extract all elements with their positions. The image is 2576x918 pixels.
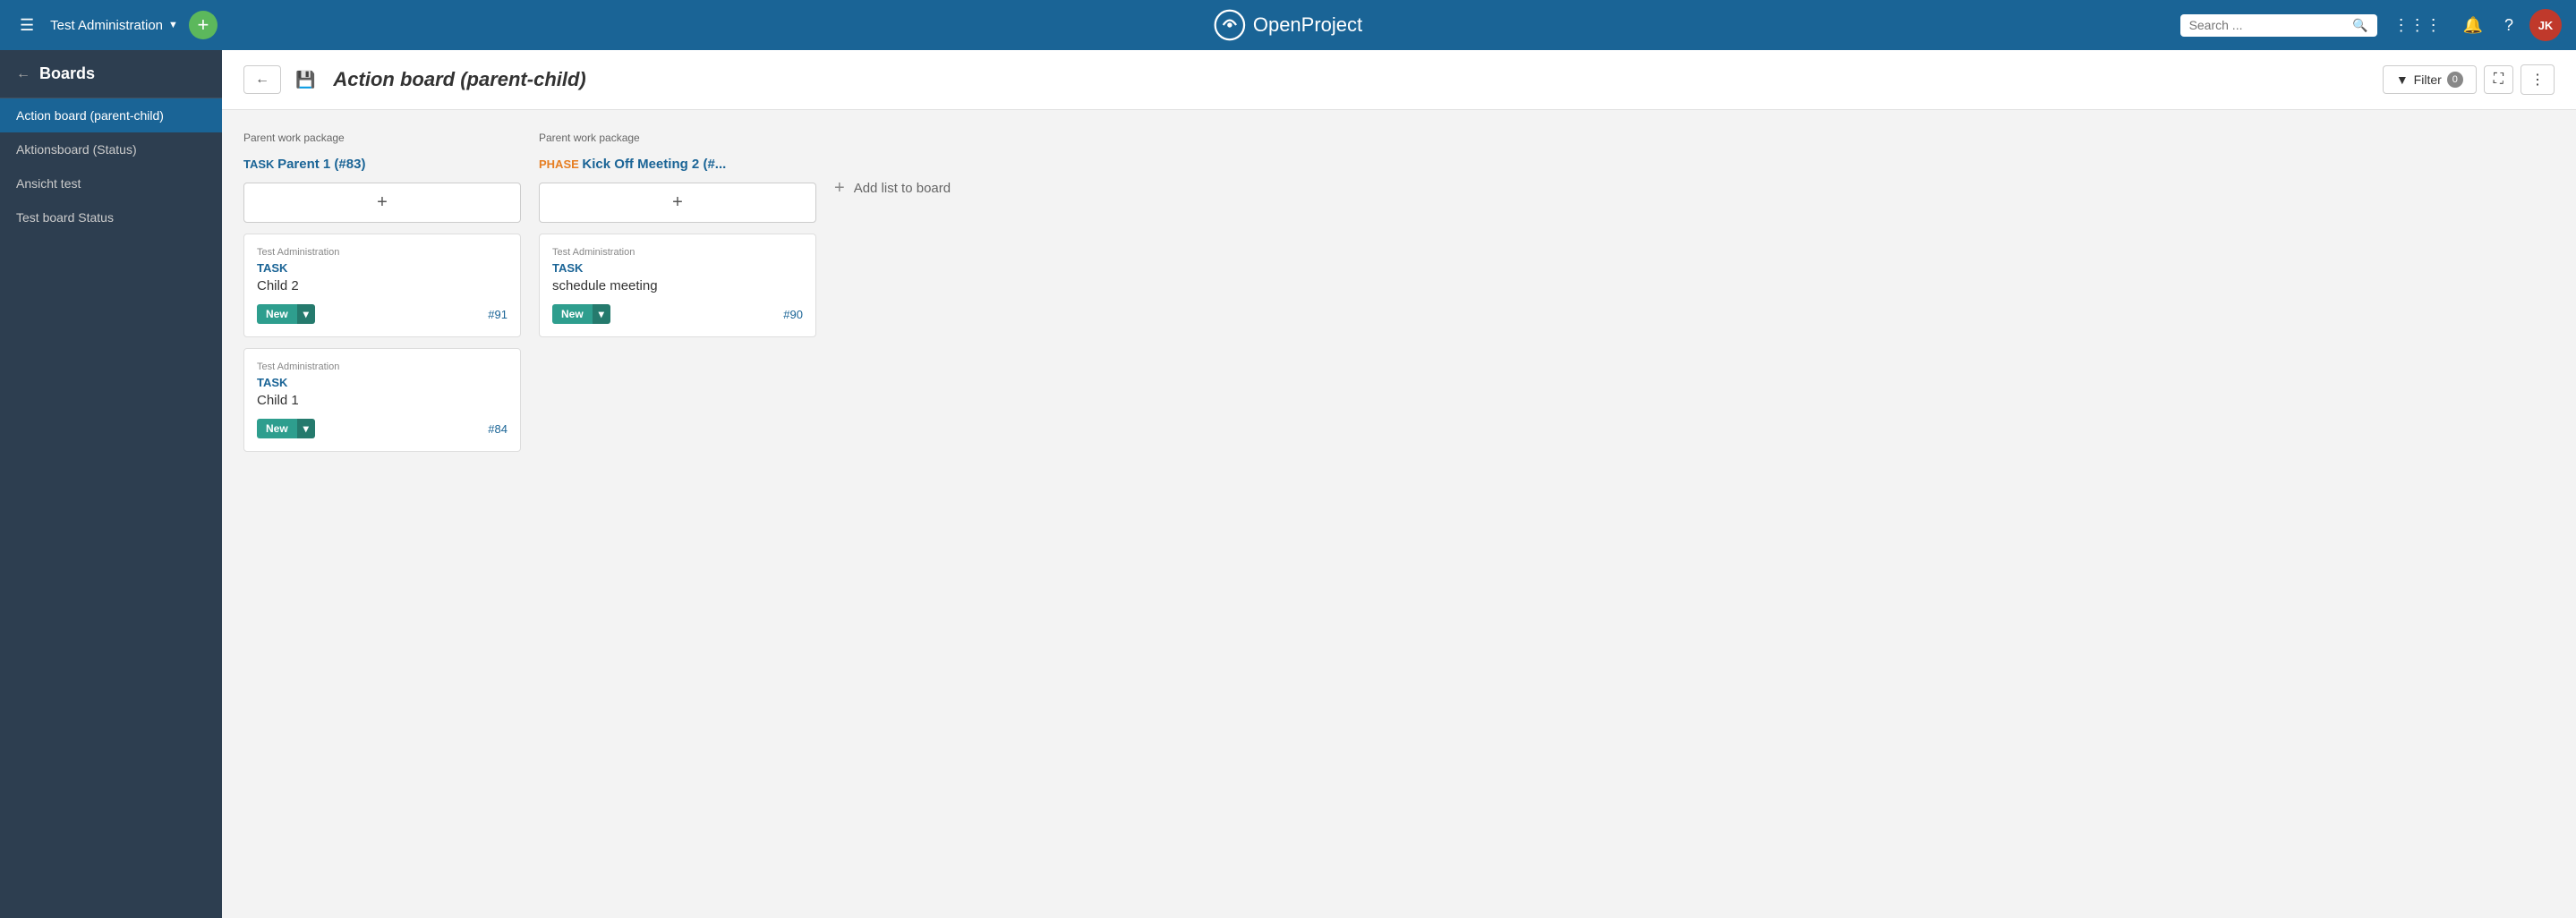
- board-column-2: Parent work package PHASE Kick Off Meeti…: [539, 132, 816, 337]
- status-badge-1-2[interactable]: New ▾: [257, 419, 315, 438]
- column-parent-label-2: Parent work package: [539, 132, 640, 144]
- card-2-1: Test Administration TASK schedule meetin…: [539, 234, 816, 337]
- sidebar-item-test-board-status[interactable]: Test board Status: [0, 200, 222, 234]
- sidebar-item-ansicht-test[interactable]: Ansicht test: [0, 166, 222, 200]
- sidebar-header: ← Boards: [0, 50, 222, 98]
- sidebar-nav: Action board (parent-child) Aktionsboard…: [0, 98, 222, 234]
- card-footer-1-1: New ▾ #91: [257, 304, 508, 324]
- column-header-1: Parent work package: [243, 132, 521, 144]
- status-badge-2-1[interactable]: New ▾: [552, 304, 610, 324]
- card-id-2-1: #90: [783, 308, 803, 321]
- status-dropdown-2-1[interactable]: ▾: [593, 304, 610, 324]
- card-id-1-2: #84: [488, 422, 508, 436]
- column-parent-2: PHASE Kick Off Meeting 2 (#...: [539, 157, 816, 172]
- filter-label: Filter: [2414, 72, 2442, 87]
- card-title-2-1: schedule meeting: [552, 278, 803, 293]
- column-type-label-2: PHASE: [539, 157, 579, 171]
- column-type-label-1: TASK: [243, 157, 274, 171]
- app-logo: OpenProject: [1214, 9, 1362, 41]
- board-column-1: Parent work package TASK Parent 1 (#83) …: [243, 132, 521, 452]
- sidebar-back-arrow[interactable]: ←: [16, 66, 30, 82]
- filter-count-badge: 0: [2447, 72, 2463, 88]
- filter-icon: ▼: [2396, 72, 2409, 87]
- add-card-button-2[interactable]: +: [539, 183, 816, 223]
- board-columns: Parent work package TASK Parent 1 (#83) …: [222, 110, 2576, 918]
- status-label-1-1: New: [257, 304, 297, 324]
- status-badge-1-1[interactable]: New ▾: [257, 304, 315, 324]
- column-parent-label-1: Parent work package: [243, 132, 345, 144]
- board-title: Action board (parent-child): [333, 68, 585, 91]
- nav-right-section: 🔍 ⋮⋮⋮ 🔔 ? JK: [2180, 9, 2562, 41]
- sidebar-item-aktionsboard[interactable]: Aktionsboard (Status): [0, 132, 222, 166]
- user-avatar[interactable]: JK: [2529, 9, 2562, 41]
- card-type-1-2: TASK: [257, 376, 508, 389]
- column-parent-name-1: Parent 1 (#83): [277, 157, 365, 172]
- board-back-button[interactable]: ←: [243, 65, 281, 94]
- project-name: Test Administration: [50, 18, 163, 33]
- add-list-label: Add list to board: [854, 181, 951, 196]
- modules-icon[interactable]: ⋮⋮⋮: [2388, 11, 2447, 40]
- sidebar-item-action-board[interactable]: Action board (parent-child): [0, 98, 222, 132]
- add-list-icon: +: [834, 178, 845, 199]
- add-card-button-1[interactable]: +: [243, 183, 521, 223]
- card-title-1-2: Child 1: [257, 393, 508, 408]
- search-input[interactable]: [2189, 18, 2348, 32]
- status-label-2-1: New: [552, 304, 593, 324]
- main-content: ← 💾 Action board (parent-child) ▼ Filter…: [222, 50, 2576, 918]
- card-project-2-1: Test Administration: [552, 247, 803, 258]
- card-type-1-1: TASK: [257, 261, 508, 275]
- project-selector[interactable]: Test Administration ▼: [50, 18, 178, 33]
- card-footer-1-2: New ▾ #84: [257, 419, 508, 438]
- top-navigation: ☰ Test Administration ▼ + OpenProject 🔍 …: [0, 0, 2576, 50]
- card-project-1-1: Test Administration: [257, 247, 508, 258]
- main-layout: ← Boards Action board (parent-child) Akt…: [0, 50, 2576, 918]
- logo-text: OpenProject: [1253, 13, 1362, 37]
- column-parent-1: TASK Parent 1 (#83): [243, 157, 521, 172]
- board-header-actions: ▼ Filter 0 ⛶ ⋮: [2383, 64, 2555, 95]
- board-header: ← 💾 Action board (parent-child) ▼ Filter…: [222, 50, 2576, 110]
- card-1-2: Test Administration TASK Child 1 New ▾ #…: [243, 348, 521, 452]
- sidebar: ← Boards Action board (parent-child) Akt…: [0, 50, 222, 918]
- logo-icon: [1214, 9, 1246, 41]
- project-dropdown-arrow: ▼: [168, 20, 178, 30]
- sidebar-title: Boards: [39, 64, 95, 83]
- card-footer-2-1: New ▾ #90: [552, 304, 803, 324]
- fullscreen-button[interactable]: ⛶: [2484, 65, 2513, 94]
- board-save-icon: 💾: [295, 71, 315, 89]
- status-dropdown-1-2[interactable]: ▾: [297, 419, 315, 438]
- status-label-1-2: New: [257, 419, 297, 438]
- card-project-1-2: Test Administration: [257, 361, 508, 372]
- new-project-button[interactable]: +: [189, 11, 218, 39]
- card-1-1: Test Administration TASK Child 2 New ▾ #…: [243, 234, 521, 337]
- search-box[interactable]: 🔍: [2180, 14, 2377, 37]
- search-icon: 🔍: [2352, 18, 2367, 33]
- more-options-button[interactable]: ⋮: [2521, 64, 2555, 95]
- card-title-1-1: Child 2: [257, 278, 508, 293]
- hamburger-menu[interactable]: ☰: [14, 11, 39, 40]
- column-parent-name-2: Kick Off Meeting 2 (#...: [582, 157, 726, 172]
- help-icon[interactable]: ?: [2499, 11, 2519, 40]
- column-header-2: Parent work package: [539, 132, 816, 144]
- add-list-button[interactable]: + Add list to board: [834, 132, 951, 199]
- card-id-1-1: #91: [488, 308, 508, 321]
- filter-button[interactable]: ▼ Filter 0: [2383, 65, 2477, 94]
- notifications-icon[interactable]: 🔔: [2458, 11, 2488, 40]
- card-type-2-1: TASK: [552, 261, 803, 275]
- status-dropdown-1-1[interactable]: ▾: [297, 304, 315, 324]
